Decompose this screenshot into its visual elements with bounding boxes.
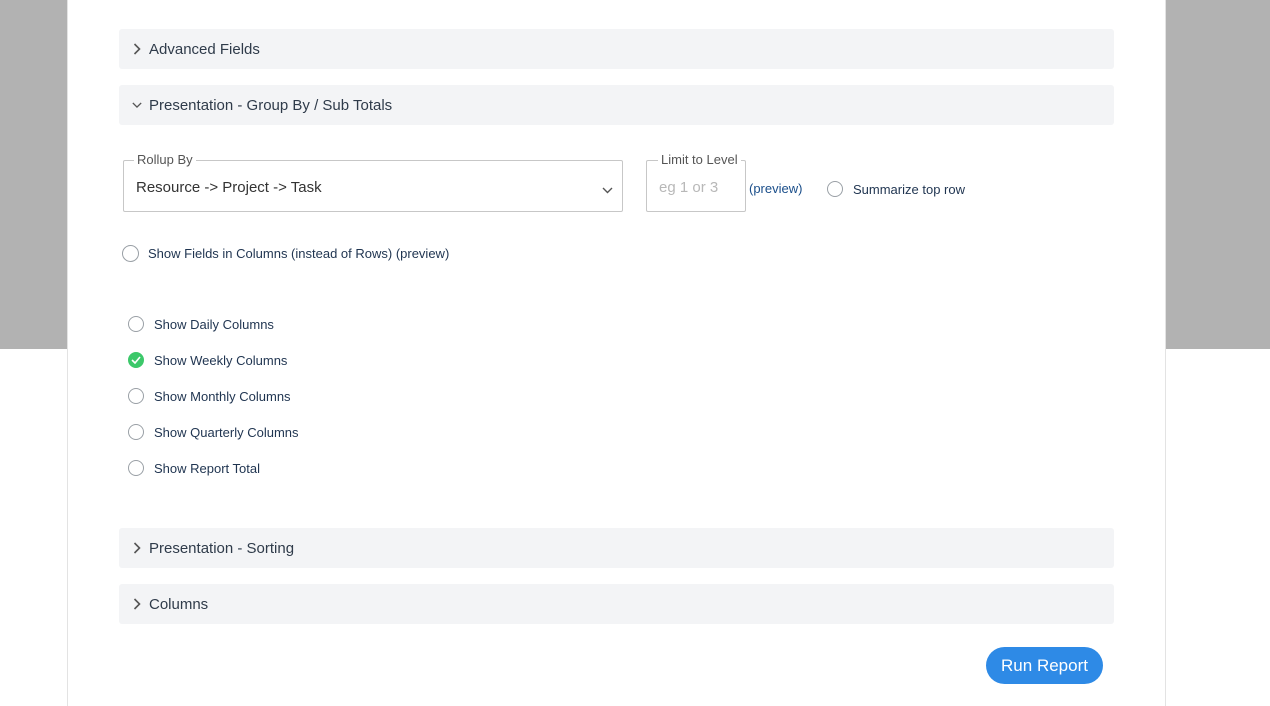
option-monthly-columns[interactable]: Show Monthly Columns bbox=[128, 388, 291, 404]
limit-to-level-field[interactable]: Limit to Level eg 1 or 3 bbox=[646, 152, 746, 212]
section-title: Columns bbox=[149, 595, 209, 613]
section-presentation-sorting[interactable]: Presentation - Sorting bbox=[119, 528, 1114, 568]
section-title: Advanced Fields bbox=[149, 40, 260, 58]
rollup-by-label: Rollup By bbox=[134, 152, 196, 167]
option-label: Show Daily Columns bbox=[154, 316, 274, 332]
show-fields-in-columns-option[interactable]: Show Fields in Columns (instead of Rows)… bbox=[122, 245, 449, 262]
radio-button[interactable] bbox=[128, 316, 144, 332]
option-label: Show Quarterly Columns bbox=[154, 424, 299, 440]
chevron-down-icon bbox=[602, 181, 613, 199]
radio-button[interactable] bbox=[128, 460, 144, 476]
option-label: Show Report Total bbox=[154, 460, 260, 476]
report-panel: Advanced Fields Presentation - Group By … bbox=[67, 0, 1166, 706]
radio-button[interactable] bbox=[128, 388, 144, 404]
limit-to-level-input[interactable]: eg 1 or 3 bbox=[659, 179, 718, 196]
rollup-by-select[interactable]: Rollup By Resource -> Project -> Task bbox=[123, 152, 623, 212]
radio-button[interactable] bbox=[122, 245, 139, 262]
option-label: Show Weekly Columns bbox=[154, 352, 288, 368]
chevron-right-icon bbox=[132, 43, 142, 55]
section-title: Presentation - Sorting bbox=[149, 539, 295, 557]
summarize-top-row-option[interactable]: Summarize top row bbox=[827, 181, 965, 197]
run-report-button[interactable]: Run Report bbox=[986, 647, 1103, 684]
section-columns[interactable]: Columns bbox=[119, 584, 1114, 624]
section-presentation-group-by[interactable]: Presentation - Group By / Sub Totals bbox=[119, 85, 1114, 125]
rollup-by-value: Resource -> Project -> Task bbox=[136, 179, 322, 196]
option-daily-columns[interactable]: Show Daily Columns bbox=[128, 316, 274, 332]
section-title: Presentation - Group By / Sub Totals bbox=[149, 96, 393, 114]
option-quarterly-columns[interactable]: Show Quarterly Columns bbox=[128, 424, 299, 440]
summarize-top-row-label: Summarize top row bbox=[853, 181, 965, 197]
check-icon bbox=[131, 356, 141, 364]
limit-to-level-label: Limit to Level bbox=[658, 152, 741, 167]
radio-button[interactable] bbox=[827, 181, 843, 197]
show-fields-in-columns-label: Show Fields in Columns (instead of Rows)… bbox=[148, 246, 450, 261]
chevron-down-icon bbox=[132, 100, 142, 110]
radio-button-checked[interactable] bbox=[128, 352, 144, 368]
chevron-right-icon bbox=[132, 598, 142, 610]
limit-preview-link[interactable]: (preview) bbox=[749, 181, 802, 196]
radio-button[interactable] bbox=[128, 424, 144, 440]
chevron-right-icon bbox=[132, 542, 142, 554]
section-advanced-fields[interactable]: Advanced Fields bbox=[119, 29, 1114, 69]
option-weekly-columns[interactable]: Show Weekly Columns bbox=[128, 352, 287, 368]
option-label: Show Monthly Columns bbox=[154, 388, 291, 404]
option-report-total[interactable]: Show Report Total bbox=[128, 460, 260, 476]
